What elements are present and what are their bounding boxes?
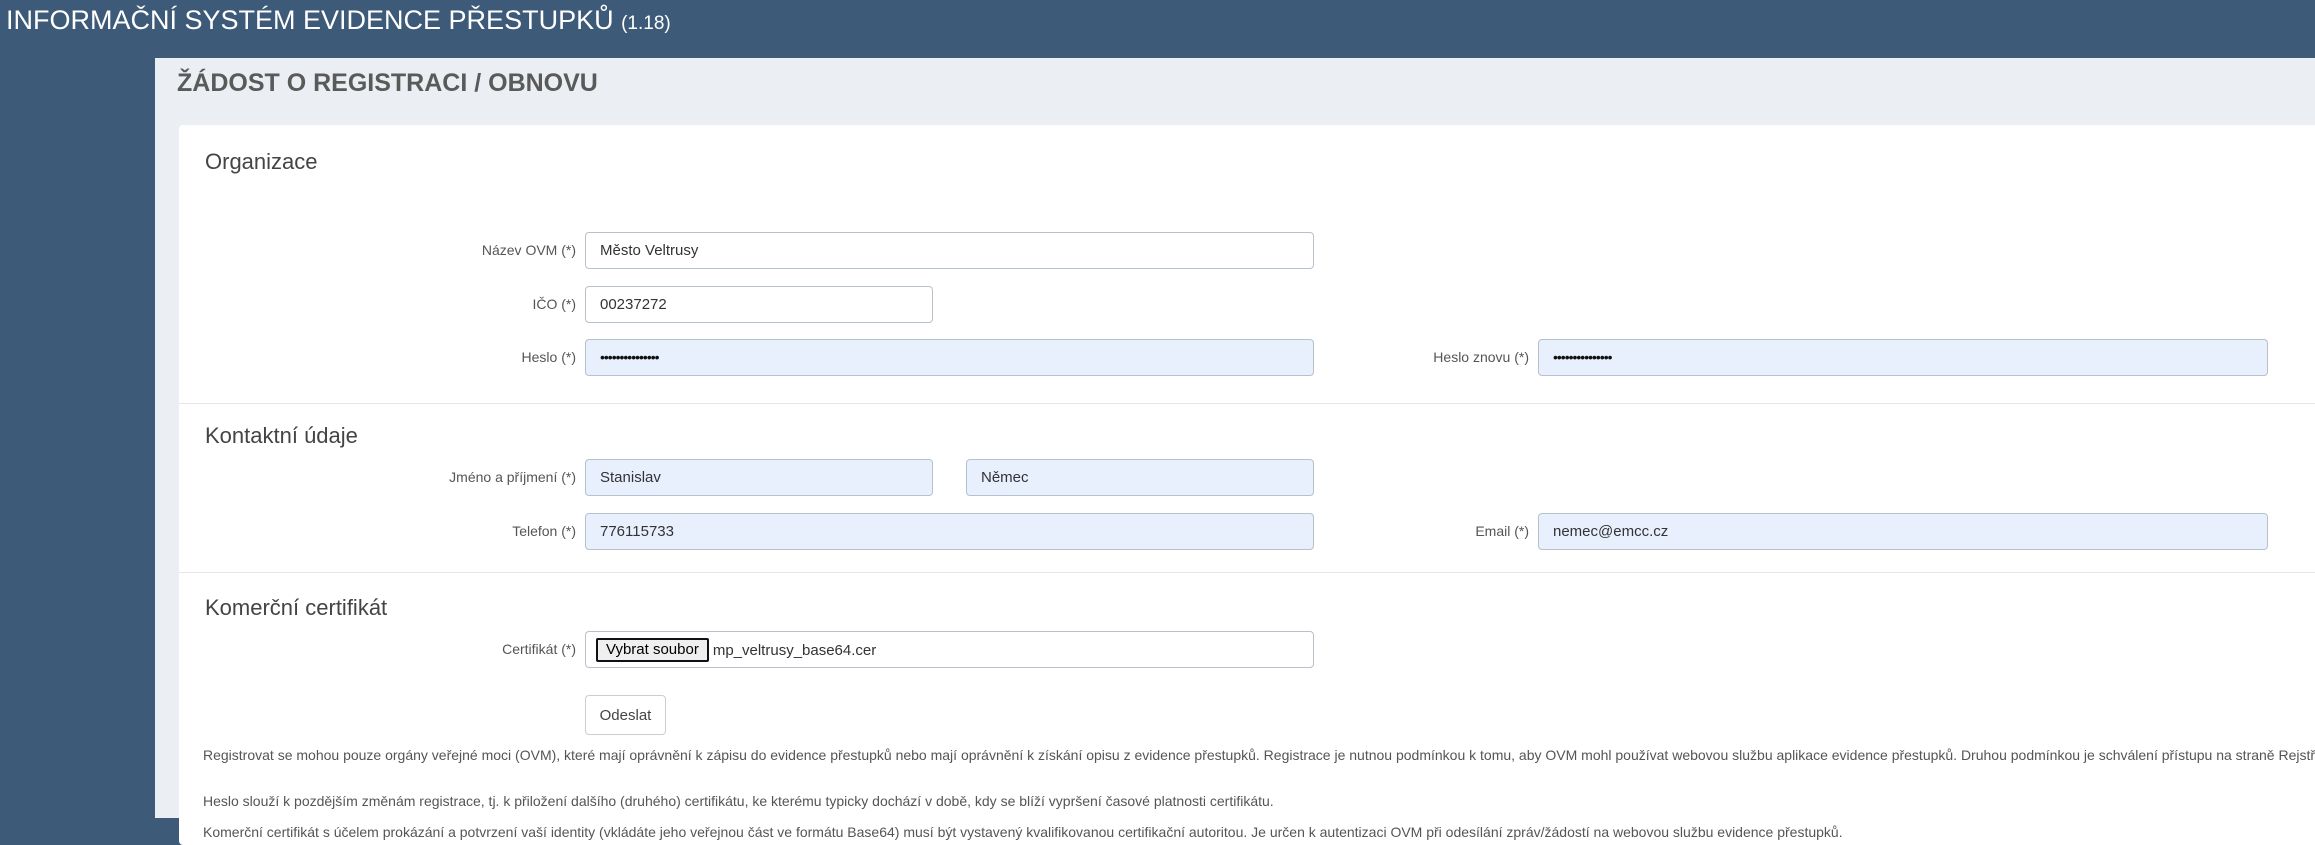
section-certifikat: Komerční certifikát bbox=[205, 595, 388, 620]
certifikat-label: Certifikát (*) bbox=[502, 641, 576, 657]
app-header: INFORMAČNÍ SYSTÉM EVIDENCE PŘESTUPKŮ (1.… bbox=[6, 4, 671, 40]
ico-label: IČO (*) bbox=[532, 296, 576, 312]
telefon-input[interactable]: 776115733 bbox=[585, 513, 1314, 550]
heslo-input[interactable]: ••••••••••••••• bbox=[585, 339, 1314, 376]
email-label: Email (*) bbox=[1475, 523, 1529, 539]
file-name: mp_veltrusy_base64.cer bbox=[712, 641, 877, 659]
info-text: Komerční certifikát s účelem prokázání a… bbox=[203, 824, 1843, 840]
section-organizace: Organizace bbox=[205, 149, 318, 174]
heslo-znovu-input[interactable]: ••••••••••••••• bbox=[1538, 339, 2268, 376]
nazev-label: Název OVM (*) bbox=[481, 242, 576, 258]
info-text: Registrovat se mohou pouze orgány veřejn… bbox=[203, 747, 2315, 763]
nazev-ovm-input[interactable]: Město Veltrusy bbox=[585, 232, 1314, 269]
divider bbox=[179, 572, 2315, 573]
heslo-znovu-label: Heslo znovu (*) bbox=[1433, 349, 1529, 365]
email-input[interactable]: nemec@emcc.cz bbox=[1538, 513, 2268, 550]
telefon-label: Telefon (*) bbox=[512, 523, 576, 539]
choose-file-button[interactable]: Vybrat soubor bbox=[596, 638, 709, 663]
info-text: Heslo slouží k pozdějším změnám registra… bbox=[203, 793, 1274, 809]
certifikat-file-input[interactable]: Vybrat soubor mp_veltrusy_base64.cer bbox=[585, 631, 1314, 668]
app-title: INFORMAČNÍ SYSTÉM EVIDENCE PŘESTUPKŮ bbox=[6, 5, 614, 35]
prijmeni-input[interactable]: Němec bbox=[966, 459, 1314, 496]
submit-button[interactable]: Odeslat bbox=[585, 695, 666, 735]
jmeno-input[interactable]: Stanislav bbox=[585, 459, 933, 496]
ico-input[interactable]: 00237272 bbox=[585, 286, 933, 323]
jmeno-label: Jméno a příjmení (*) bbox=[449, 469, 576, 485]
heslo-label: Heslo (*) bbox=[521, 349, 576, 365]
app-version: (1.18) bbox=[621, 13, 671, 34]
divider bbox=[179, 403, 2315, 404]
page-title: ŽÁDOST O REGISTRACI / OBNOVU bbox=[177, 69, 598, 97]
main-panel: ŽÁDOST O REGISTRACI / OBNOVU Organizace … bbox=[155, 58, 2315, 845]
section-kontakt: Kontaktní údaje bbox=[205, 423, 358, 448]
registration-form: Organizace Název OVM (*) Město Veltrusy … bbox=[179, 125, 2315, 845]
